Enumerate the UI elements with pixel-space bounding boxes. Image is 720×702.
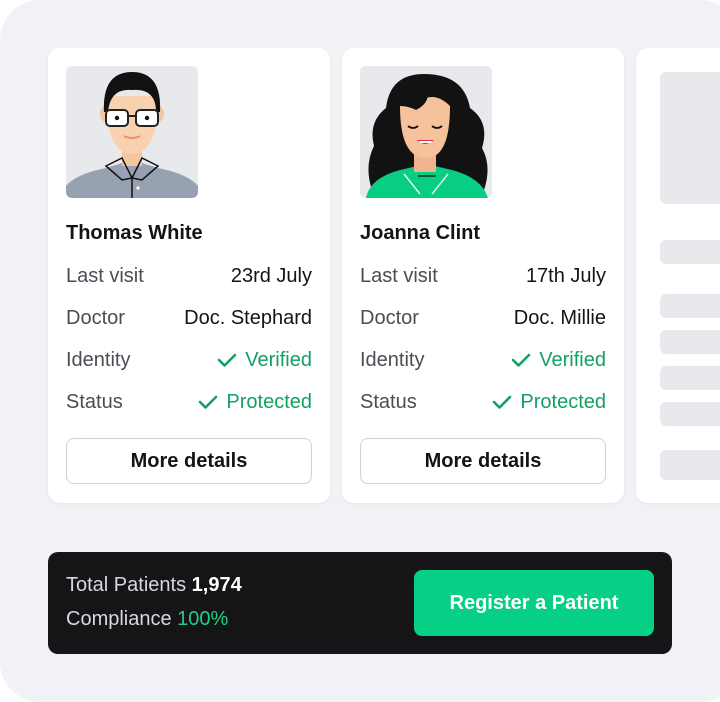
patient-name: Joanna Clint: [360, 222, 481, 244]
more-details-button[interactable]: More details: [360, 438, 606, 484]
summary-bar: Total Patients 1,974 Compliance 100% Reg…: [48, 552, 672, 654]
patient-card: Thomas White Last visit 23rd July Doctor…: [48, 48, 330, 503]
field-label: Last visit: [360, 264, 438, 287]
skeleton-line: [660, 330, 720, 354]
field-value: Protected: [226, 390, 312, 413]
field-label: Last visit: [66, 264, 144, 287]
female-avatar-illustration: [360, 66, 492, 198]
skeleton-line: [660, 402, 720, 426]
field-value: Doc. Stephard: [184, 306, 312, 329]
skeleton-button: [660, 450, 720, 480]
compliance-value: 100%: [177, 608, 229, 630]
status-row: Status Protected: [66, 389, 312, 415]
doctor-row: Doctor Doc. Millie: [360, 305, 606, 331]
patient-card: Joanna Clint Last visit 17th July Doctor…: [342, 48, 624, 503]
skeleton-name: [660, 240, 720, 264]
field-value: Verified: [539, 348, 606, 371]
field-value: Doc. Millie: [513, 306, 606, 329]
field-label: Identity: [66, 348, 131, 371]
skeleton-patient-card: [636, 48, 720, 503]
identity-row: Identity Verified: [66, 347, 312, 373]
field-label: Doctor: [66, 306, 125, 329]
more-details-button[interactable]: More details: [66, 438, 312, 484]
total-patients-stat: Total Patients 1,974: [66, 574, 242, 597]
skeleton-line: [660, 294, 720, 318]
field-label: Identity: [360, 348, 425, 371]
protection-status: Protected: [492, 391, 606, 414]
field-label: Status: [360, 390, 417, 413]
total-patients-label: Total Patients: [66, 574, 187, 596]
total-patients-value: 1,974: [191, 574, 242, 596]
field-value: Protected: [520, 390, 606, 413]
field-label: Doctor: [360, 306, 419, 329]
last-visit-row: Last visit 17th July: [360, 263, 606, 289]
check-icon: [511, 353, 531, 367]
field-label: Status: [66, 390, 123, 413]
check-icon: [199, 395, 218, 409]
register-patient-button[interactable]: Register a Patient: [414, 570, 654, 636]
protection-status: Protected: [198, 391, 312, 414]
skeleton-avatar: [660, 72, 720, 204]
field-value: 23rd July: [230, 264, 312, 287]
skeleton-line: [660, 366, 720, 390]
field-value: Verified: [245, 348, 312, 371]
patient-name: Thomas White: [66, 222, 203, 244]
last-visit-row: Last visit 23rd July: [66, 263, 312, 289]
status-row: Status Protected: [360, 389, 606, 415]
check-icon: [217, 353, 237, 367]
identity-status: Verified: [511, 349, 606, 372]
doctor-row: Doctor Doc. Stephard: [66, 305, 312, 331]
check-icon: [493, 395, 512, 409]
compliance-stat: Compliance 100%: [66, 608, 228, 631]
identity-status: Verified: [217, 349, 312, 372]
field-value: 17th July: [525, 264, 606, 287]
compliance-label: Compliance: [66, 608, 172, 630]
identity-row: Identity Verified: [360, 347, 606, 373]
male-avatar-illustration: [66, 66, 198, 198]
